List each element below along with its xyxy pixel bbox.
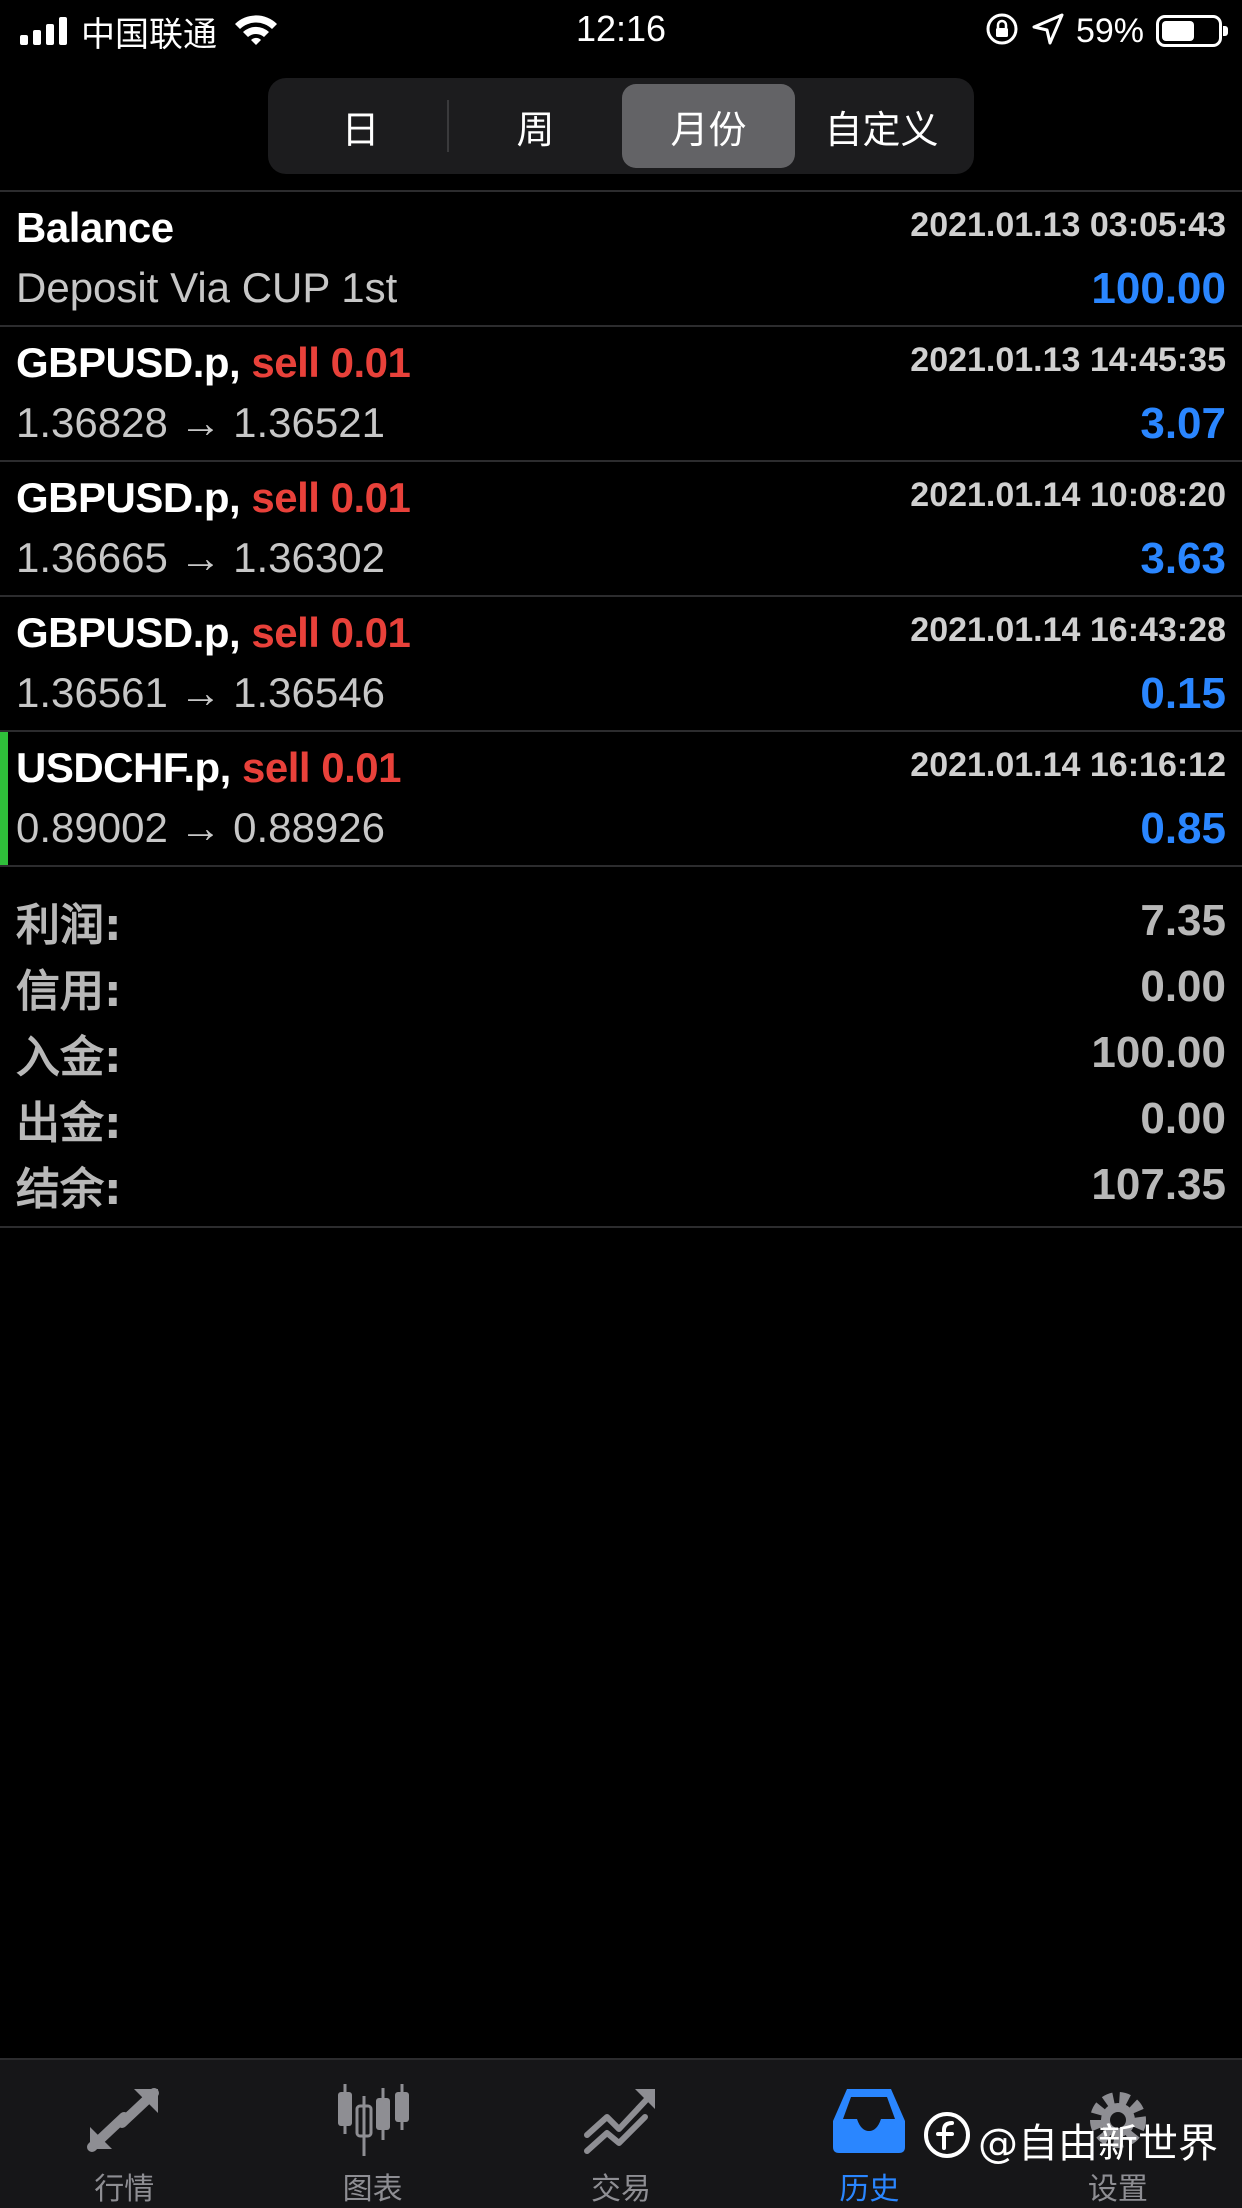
deal-prices: 1.36665 → 1.36302 [16, 534, 385, 581]
history-row[interactable]: GBPUSD.p, sell 0.01 2021.01.13 14:45:35 … [0, 327, 1242, 462]
deal-time: 2021.01.14 16:43:28 [910, 611, 1226, 649]
deal-comment: Deposit Via CUP 1st [16, 264, 398, 311]
selection-accent-bar [0, 732, 8, 865]
deal-symbol: GBPUSD.p, [16, 474, 241, 521]
period-custom-tab[interactable]: 自定义 [795, 84, 968, 168]
summary-value: 107.35 [1091, 1160, 1226, 1209]
tab-label: 图表 [342, 2172, 403, 2207]
tab-quotes[interactable]: 行情 [0, 2060, 248, 2208]
candlestick-chart-icon [331, 2082, 415, 2158]
summary-label: 利润: [16, 900, 122, 951]
deal-symbol: USDCHF.p, [16, 744, 231, 791]
deal-symbol: GBPUSD.p, [16, 339, 241, 386]
period-month-tab[interactable]: 月份 [622, 84, 795, 168]
tab-trade[interactable]: 交易 [497, 2060, 745, 2208]
battery-percent: 59% [1075, 11, 1144, 50]
battery-level [1162, 21, 1194, 41]
deal-time: 2021.01.14 16:16:12 [910, 746, 1226, 784]
history-row-selected[interactable]: USDCHF.p, sell 0.01 2021.01.14 16:16:12 … [0, 732, 1242, 867]
summary-value: 0.00 [1140, 962, 1226, 1011]
summary-label: 信用: [16, 966, 122, 1017]
tab-label: 历史 [839, 2172, 900, 2207]
summary-value: 7.35 [1140, 896, 1226, 945]
deal-profit: 3.63 [1140, 534, 1226, 583]
summary-value: 100.00 [1091, 1028, 1226, 1077]
deal-side: sell 0.01 [251, 609, 411, 656]
period-day-tab[interactable]: 日 [274, 84, 447, 168]
summary-balance-row: 结余: 107.35 [0, 1152, 1242, 1218]
deal-side: sell 0.01 [242, 744, 401, 791]
battery-icon [1156, 15, 1228, 47]
deal-time: 2021.01.14 10:08:20 [910, 476, 1226, 514]
deal-time: 2021.01.13 14:45:35 [910, 341, 1226, 379]
deal-side: sell 0.01 [251, 474, 411, 521]
deal-profit: 0.85 [1140, 804, 1226, 853]
history-summary: 利润: 7.35 信用: 0.00 入金: 100.00 出金: 0.00 结余… [0, 870, 1242, 1228]
history-row[interactable]: GBPUSD.p, sell 0.01 2021.01.14 16:43:28 … [0, 597, 1242, 732]
tab-label: 设置 [1087, 2172, 1148, 2207]
history-row-balance[interactable]: Balance 2021.01.13 03:05:43 Deposit Via … [0, 192, 1242, 327]
summary-credit-row: 信用: 0.00 [0, 954, 1242, 1020]
watermark-text: @自由新世界 [978, 2121, 1218, 2167]
history-list: Balance 2021.01.13 03:05:43 Deposit Via … [0, 190, 1242, 867]
weibo-logo-icon [922, 2110, 972, 2170]
location-arrow-icon [1032, 13, 1064, 49]
period-week-tab[interactable]: 周 [449, 84, 622, 168]
deal-side: sell 0.01 [251, 339, 411, 386]
summary-label: 结余: [16, 1164, 122, 1215]
tab-label: 行情 [94, 2172, 155, 2207]
tab-chart[interactable]: 图表 [248, 2060, 496, 2208]
summary-profit-row: 利润: 7.35 [0, 888, 1242, 954]
deal-profit: 3.07 [1140, 399, 1226, 448]
deal-symbol: Balance [16, 204, 174, 251]
deal-prices: 1.36561 → 1.36546 [16, 669, 385, 716]
history-row[interactable]: GBPUSD.p, sell 0.01 2021.01.14 10:08:20 … [0, 462, 1242, 597]
trade-trend-icon [579, 2082, 663, 2158]
status-bar: 中国联通 12:16 59% [0, 0, 1242, 62]
summary-deposit-row: 入金: 100.00 [0, 1020, 1242, 1086]
deal-time: 2021.01.13 03:05:43 [910, 206, 1226, 244]
period-selector: 日 周 月份 自定义 [268, 78, 974, 174]
summary-withdrawal-row: 出金: 0.00 [0, 1086, 1242, 1152]
history-inbox-icon [827, 2082, 911, 2158]
deal-prices: 1.36828 → 1.36521 [16, 399, 385, 446]
orientation-lock-icon [984, 11, 1020, 51]
watermark: @自由新世界 [922, 2110, 1218, 2170]
deal-profit: 0.15 [1140, 669, 1226, 718]
deal-prices: 0.89002 → 0.88926 [16, 804, 385, 851]
summary-label: 出金: [16, 1098, 122, 1149]
quotes-arrows-icon [82, 2082, 166, 2158]
summary-value: 0.00 [1140, 1094, 1226, 1143]
deal-amount: 100.00 [1091, 264, 1226, 313]
summary-label: 入金: [16, 1032, 122, 1083]
deal-symbol: GBPUSD.p, [16, 609, 241, 656]
tab-label: 交易 [591, 2172, 652, 2207]
